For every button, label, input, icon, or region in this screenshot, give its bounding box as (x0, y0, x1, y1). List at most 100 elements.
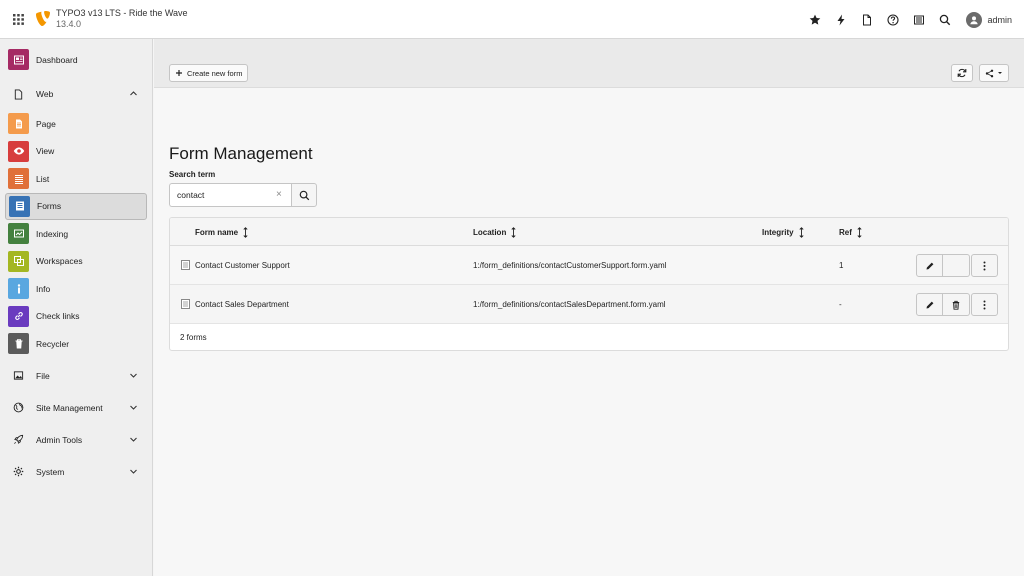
sidebar-group-site-management[interactable]: Site Management (5, 392, 147, 424)
check-links-module-icon (8, 305, 29, 327)
system-info-button[interactable] (906, 7, 932, 33)
delete-form-button[interactable] (943, 293, 970, 316)
refresh-icon (957, 68, 967, 78)
form-name[interactable]: Contact Customer Support (195, 261, 290, 270)
toolbar-actions: admin (802, 0, 1024, 39)
avatar (966, 11, 983, 28)
row-actions (916, 254, 970, 277)
edit-form-button[interactable] (916, 254, 943, 277)
sidebar-item-label: Workspaces (36, 256, 83, 267)
sidebar-item-label: View (36, 146, 55, 157)
create-form-button[interactable]: Create new form (169, 64, 249, 82)
column-header-ref[interactable]: Ref (839, 227, 862, 238)
workspaces-icon (13, 256, 24, 267)
rocket-icon (8, 429, 29, 450)
site-title: TYPO3 v13 LTS - Ride the Wave (56, 8, 188, 18)
sidebar-item-label: Check links (36, 311, 80, 322)
edit-form-button[interactable] (916, 293, 943, 316)
form-ref: - (839, 300, 842, 309)
sidebar-item-label: Indexing (36, 228, 69, 239)
recycler-module-icon (8, 333, 29, 355)
sidebar-group-label: Admin Tools (36, 434, 83, 445)
bookmarks-button[interactable] (802, 7, 828, 33)
module-menu-toggle[interactable] (0, 0, 36, 39)
link-icon (14, 312, 23, 321)
sidebar-item-check-links[interactable]: Check links (5, 303, 147, 331)
column-header-location[interactable]: Location (473, 227, 516, 238)
sidebar-item-label: Recycler (36, 338, 70, 349)
reload-button[interactable] (951, 64, 973, 82)
search-icon (940, 14, 951, 25)
ellipsis-vertical-icon (983, 261, 986, 270)
ellipsis-vertical-icon (983, 300, 986, 309)
sidebar-item-workspaces[interactable]: Workspaces (5, 248, 147, 276)
sidebar-item-list[interactable]: List (5, 165, 147, 193)
clear-cache-button[interactable] (828, 7, 854, 33)
trash-icon (952, 300, 960, 310)
search-input[interactable] (169, 183, 291, 207)
info-icon (17, 284, 20, 294)
share-button[interactable] (979, 64, 1009, 82)
table-row: Contact Customer Support 1:/form_definit… (170, 246, 1008, 285)
sidebar-item-info[interactable]: Info (5, 275, 147, 303)
more-actions-button[interactable] (971, 254, 998, 277)
sidebar-group-label: System (36, 466, 65, 477)
pencil-icon (926, 301, 933, 308)
form-name[interactable]: Contact Sales Department (195, 300, 289, 309)
help-icon (887, 13, 900, 26)
dashboard-icon (13, 55, 24, 64)
sidebar-item-indexing[interactable]: Indexing (5, 220, 147, 248)
username: admin (987, 14, 1012, 25)
create-form-label: Create new form (187, 68, 243, 78)
sidebar-group-file[interactable]: File (5, 360, 147, 392)
sidebar-item-forms[interactable]: Forms (5, 192, 147, 220)
column-label: Location (473, 228, 507, 237)
star-icon (810, 14, 821, 25)
sidebar-item-dashboard[interactable]: Dashboard (5, 46, 147, 73)
sidebar-item-recycler[interactable]: Recycler (5, 330, 147, 358)
eye-icon (13, 147, 24, 155)
sort-icon (857, 227, 862, 238)
brand[interactable]: TYPO3 v13 LTS - Ride the Wave 13.4.0 (36, 8, 188, 30)
document-icon (863, 14, 872, 25)
sidebar-item-page[interactable]: Page (5, 110, 147, 138)
sidebar-item-label: Page (36, 118, 56, 129)
column-header-form-name[interactable]: Form name (195, 227, 248, 238)
form-file-icon (181, 260, 190, 270)
doc-header: Create new form (154, 39, 1024, 88)
globe-icon (8, 397, 29, 418)
sort-icon (243, 227, 248, 238)
search-icon (299, 190, 309, 200)
clear-search-icon[interactable]: × (276, 189, 282, 200)
user-menu[interactable]: admin (966, 11, 1012, 28)
sidebar-group-system[interactable]: System (5, 456, 147, 488)
page-icon (15, 119, 22, 129)
search-group: × (169, 183, 317, 207)
dashboard-module-icon (8, 49, 29, 70)
opendocs-button[interactable] (854, 7, 880, 33)
indexing-module-icon (8, 223, 29, 245)
search-submit-button[interactable] (291, 183, 317, 207)
trash-icon (15, 339, 22, 349)
sidebar-item-view[interactable]: View (5, 138, 147, 166)
sidebar-item-label: Dashboard (36, 54, 78, 65)
sidebar-group-label: Site Management (36, 402, 103, 413)
more-actions-button[interactable] (971, 293, 998, 316)
page-module-icon (8, 113, 29, 135)
column-header-integrity[interactable]: Integrity (762, 227, 804, 238)
help-button[interactable] (880, 7, 906, 33)
sidebar-group-web[interactable]: Web (5, 78, 147, 110)
form-location: 1:/form_definitions/contactSalesDepartme… (473, 300, 666, 309)
indexing-icon (13, 229, 24, 238)
forms-table: Form name Location Integrity Ref Contact… (169, 217, 1009, 351)
table-row: Contact Sales Department 1:/form_definit… (170, 285, 1008, 324)
column-label: Form name (195, 228, 239, 237)
table-footer: 2 forms (170, 324, 1008, 350)
search-button[interactable] (932, 7, 958, 33)
sidebar-group-admin-tools[interactable]: Admin Tools (5, 424, 147, 456)
file-icon (8, 365, 29, 386)
delete-form-button-placeholder (943, 254, 970, 277)
version-label: 13.4.0 (56, 19, 82, 29)
forms-module-icon (9, 195, 30, 217)
view-module-icon (8, 140, 29, 162)
